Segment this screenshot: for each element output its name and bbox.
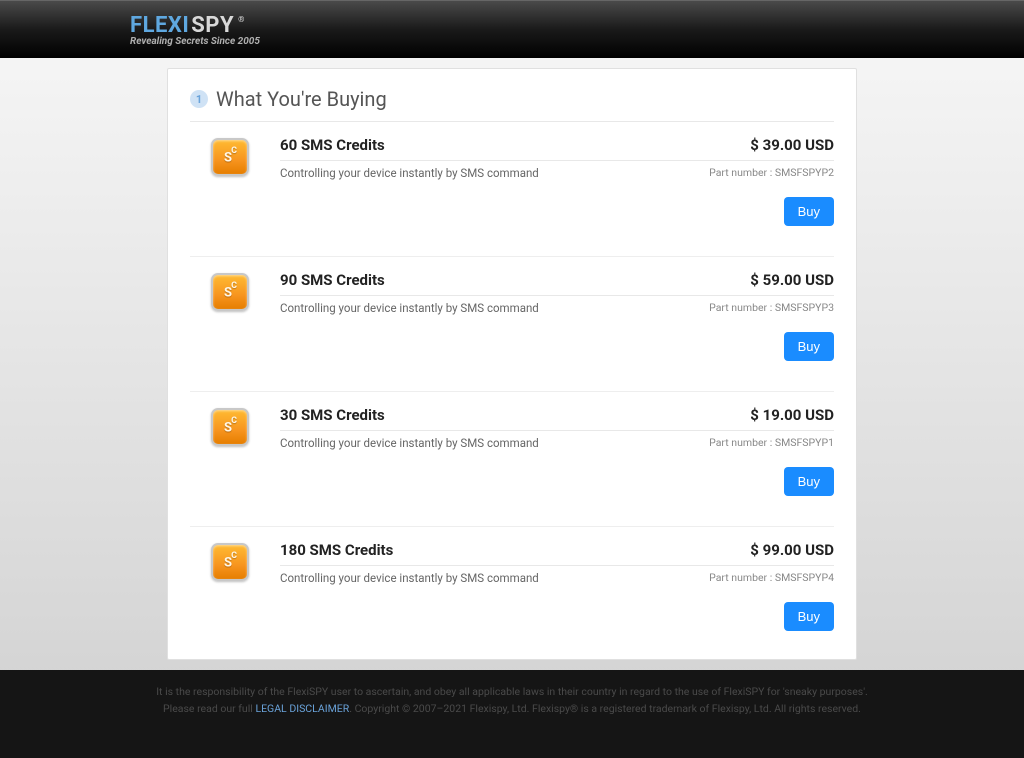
logo-spy-text: SPY <box>191 13 234 38</box>
footer: It is the responsibility of the FlexiSPY… <box>0 670 1024 758</box>
product-part-number: Part number : SMSFSPYP2 <box>709 166 834 179</box>
product-title: 180 SMS Credits <box>280 541 393 559</box>
legal-disclaimer-link[interactable]: LEGAL DISCLAIMER <box>255 702 349 715</box>
product-description: Controlling your device instantly by SMS… <box>280 301 539 315</box>
buy-button[interactable]: Buy <box>784 602 834 631</box>
sms-credits-icon-label: SC <box>224 554 236 570</box>
buy-button[interactable]: Buy <box>784 332 834 361</box>
product-item: SC 60 SMS Credits $ 39.00 USD Controllin… <box>190 136 834 257</box>
sms-credits-icon-label: SC <box>224 419 236 435</box>
sms-credits-icon: SC <box>211 543 249 581</box>
logo-registered-mark: ® <box>238 15 244 24</box>
footer-line2: Please read our full LEGAL DISCLAIMER. C… <box>20 701 1004 718</box>
product-list: SC 60 SMS Credits $ 39.00 USD Controllin… <box>190 136 834 631</box>
header-bar: FLEXI SPY ® Revealing Secrets Since 2005 <box>0 0 1024 58</box>
product-icon-wrap: SC <box>190 136 270 226</box>
product-part-number: Part number : SMSFSPYP1 <box>709 436 834 449</box>
product-item: SC 180 SMS Credits $ 99.00 USD Controlli… <box>190 541 834 631</box>
main-panel: 1 What You're Buying SC 60 SMS Credits $… <box>167 68 857 660</box>
part-label: Part number : <box>709 436 775 449</box>
part-value: SMSFSPYP3 <box>775 301 834 314</box>
product-description: Controlling your device instantly by SMS… <box>280 571 539 585</box>
footer-line1: It is the responsibility of the FlexiSPY… <box>20 684 1004 701</box>
buy-button[interactable]: Buy <box>784 197 834 226</box>
product-price: $ 39.00 USD <box>750 136 834 154</box>
product-title: 90 SMS Credits <box>280 271 385 289</box>
section-header: 1 What You're Buying <box>190 87 834 122</box>
product-body: 30 SMS Credits $ 19.00 USD Controlling y… <box>280 406 834 496</box>
product-title: 60 SMS Credits <box>280 136 385 154</box>
part-label: Part number : <box>709 571 775 584</box>
part-value: SMSFSPYP4 <box>775 571 834 584</box>
product-body: 60 SMS Credits $ 39.00 USD Controlling y… <box>280 136 834 226</box>
logo-flexi-text: FLEXI <box>130 13 189 38</box>
product-body: 180 SMS Credits $ 99.00 USD Controlling … <box>280 541 834 631</box>
buy-button[interactable]: Buy <box>784 467 834 496</box>
step-badge: 1 <box>190 90 208 108</box>
part-value: SMSFSPYP1 <box>775 436 834 449</box>
product-description: Controlling your device instantly by SMS… <box>280 166 539 180</box>
product-price: $ 19.00 USD <box>750 406 834 424</box>
header-tagline: Revealing Secrets Since 2005 <box>130 36 260 47</box>
product-description: Controlling your device instantly by SMS… <box>280 436 539 450</box>
product-icon-wrap: SC <box>190 271 270 361</box>
product-part-number: Part number : SMSFSPYP4 <box>709 571 834 584</box>
product-item: SC 30 SMS Credits $ 19.00 USD Controllin… <box>190 406 834 527</box>
product-price: $ 99.00 USD <box>750 541 834 559</box>
part-value: SMSFSPYP2 <box>775 166 834 179</box>
sms-credits-icon: SC <box>211 138 249 176</box>
sms-credits-icon: SC <box>211 273 249 311</box>
footer-line2-post: . Copyright © 2007–2021 Flexispy, Ltd. F… <box>349 702 861 715</box>
part-label: Part number : <box>709 301 775 314</box>
product-item: SC 90 SMS Credits $ 59.00 USD Controllin… <box>190 271 834 392</box>
sms-credits-icon-label: SC <box>224 149 236 165</box>
product-icon-wrap: SC <box>190 406 270 496</box>
product-price: $ 59.00 USD <box>750 271 834 289</box>
footer-line2-pre: Please read our full <box>163 702 255 715</box>
sms-credits-icon: SC <box>211 408 249 446</box>
logo: FLEXI SPY ® Revealing Secrets Since 2005 <box>130 13 260 47</box>
product-title: 30 SMS Credits <box>280 406 385 424</box>
part-label: Part number : <box>709 166 775 179</box>
product-icon-wrap: SC <box>190 541 270 631</box>
product-part-number: Part number : SMSFSPYP3 <box>709 301 834 314</box>
product-body: 90 SMS Credits $ 59.00 USD Controlling y… <box>280 271 834 361</box>
sms-credits-icon-label: SC <box>224 284 236 300</box>
section-title: What You're Buying <box>216 87 387 111</box>
